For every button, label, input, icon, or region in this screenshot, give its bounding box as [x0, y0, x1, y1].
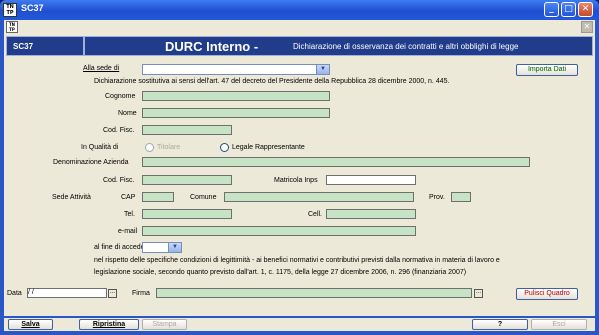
mdi-bar: TN TP ✕	[4, 20, 595, 34]
denominazione-field[interactable]	[142, 157, 530, 167]
firma-label: Firma	[132, 290, 150, 297]
save-button[interactable]: Salva	[8, 319, 53, 330]
nome-field[interactable]	[142, 108, 330, 118]
form-subtitle: Dichiarazione di osservanza dei contratt…	[293, 42, 519, 51]
clear-form-button[interactable]: Pulisci Quadro	[516, 288, 578, 300]
tel-label: Tel.	[124, 211, 135, 218]
titolare-label: Titolare	[157, 144, 181, 151]
restore-button[interactable]: Ripristina	[79, 319, 139, 330]
prov-field[interactable]	[451, 192, 471, 202]
comune-field[interactable]	[224, 192, 414, 202]
codfisc2-field[interactable]	[142, 175, 232, 185]
cognome-field[interactable]	[142, 91, 330, 101]
data-field[interactable]: / /	[27, 288, 107, 298]
data-value: / /	[28, 289, 34, 296]
chevron-down-icon[interactable]: ▼	[316, 65, 329, 74]
matricola-label: Matricola Inps	[274, 177, 318, 184]
sede-attivita-label: Sede Attività	[52, 194, 91, 201]
bottom-toolbar: Salva Ripristina Stampa ? Esci	[4, 318, 595, 331]
minimize-button[interactable]: _	[544, 2, 559, 17]
help-button[interactable]: ?	[472, 319, 528, 330]
durc-form: SC37 DURC Interno - Dichiarazione di oss…	[4, 34, 595, 316]
nome-label: Nome	[118, 110, 137, 117]
tel-field[interactable]	[142, 209, 232, 219]
anno-select[interactable]: ▼	[142, 242, 182, 253]
cap-label: CAP	[121, 194, 136, 201]
title-bar: TN TP SC37 _ □ ✕	[0, 0, 599, 20]
window-title: SC37	[21, 3, 44, 13]
chevron-down-icon[interactable]: ▼	[168, 243, 181, 252]
legislazione-text: legislazione sociale, secondo quanto pre…	[94, 269, 467, 276]
child-close-button[interactable]: ✕	[581, 21, 593, 33]
codfisc-label: Cod. Fisc.	[103, 127, 135, 134]
app-icon: TN TP	[3, 3, 17, 17]
declaration-text: Dichiarazione sostitutiva ai sensi dell'…	[94, 78, 450, 85]
form-code: SC37	[7, 37, 85, 55]
data-label: Data	[7, 290, 22, 297]
matricola-field[interactable]	[326, 175, 416, 185]
cell-field[interactable]	[326, 209, 416, 219]
date-picker-button[interactable]: ...	[108, 289, 117, 298]
rispetto-text: nel rispetto delle specifiche condizioni…	[94, 257, 500, 264]
form-header: SC37 DURC Interno - Dichiarazione di oss…	[6, 36, 593, 56]
form-title: DURC Interno -	[165, 39, 259, 54]
email-field[interactable]	[142, 226, 416, 236]
qualita-label: In Qualità di	[81, 144, 119, 151]
prov-label: Prov.	[429, 194, 445, 201]
codfisc-field[interactable]	[142, 125, 232, 135]
sede-label: Alla sede di	[83, 65, 120, 72]
comune-label: Comune	[190, 194, 217, 201]
maximize-button[interactable]: □	[561, 2, 576, 17]
email-label: e-mail	[118, 228, 138, 235]
print-button[interactable]: Stampa	[142, 319, 187, 330]
firma-field[interactable]	[156, 288, 472, 298]
legale-label: Legale Rappresentante	[232, 144, 305, 151]
denominazione-label: Denominazione Azienda	[53, 159, 129, 166]
firma-browse-button[interactable]: ...	[474, 289, 483, 298]
legale-radio[interactable]	[220, 143, 229, 152]
import-data-button[interactable]: Importa Dati	[516, 64, 578, 76]
codfisc2-label: Cod. Fisc.	[103, 177, 135, 184]
cell-label: Cell.	[308, 211, 323, 218]
cognome-label: Cognome	[105, 93, 136, 100]
child-window-icon: TN TP	[6, 21, 18, 33]
sede-select[interactable]: ▼	[142, 64, 330, 75]
application-window: TN TP SC37 _ □ ✕ TN TP ✕ SC37 DURC Interno…	[0, 0, 599, 335]
cap-field[interactable]	[142, 192, 174, 202]
close-button[interactable]: ✕	[578, 2, 593, 17]
exit-button[interactable]: Esci	[531, 319, 587, 330]
titolare-radio[interactable]	[145, 143, 154, 152]
